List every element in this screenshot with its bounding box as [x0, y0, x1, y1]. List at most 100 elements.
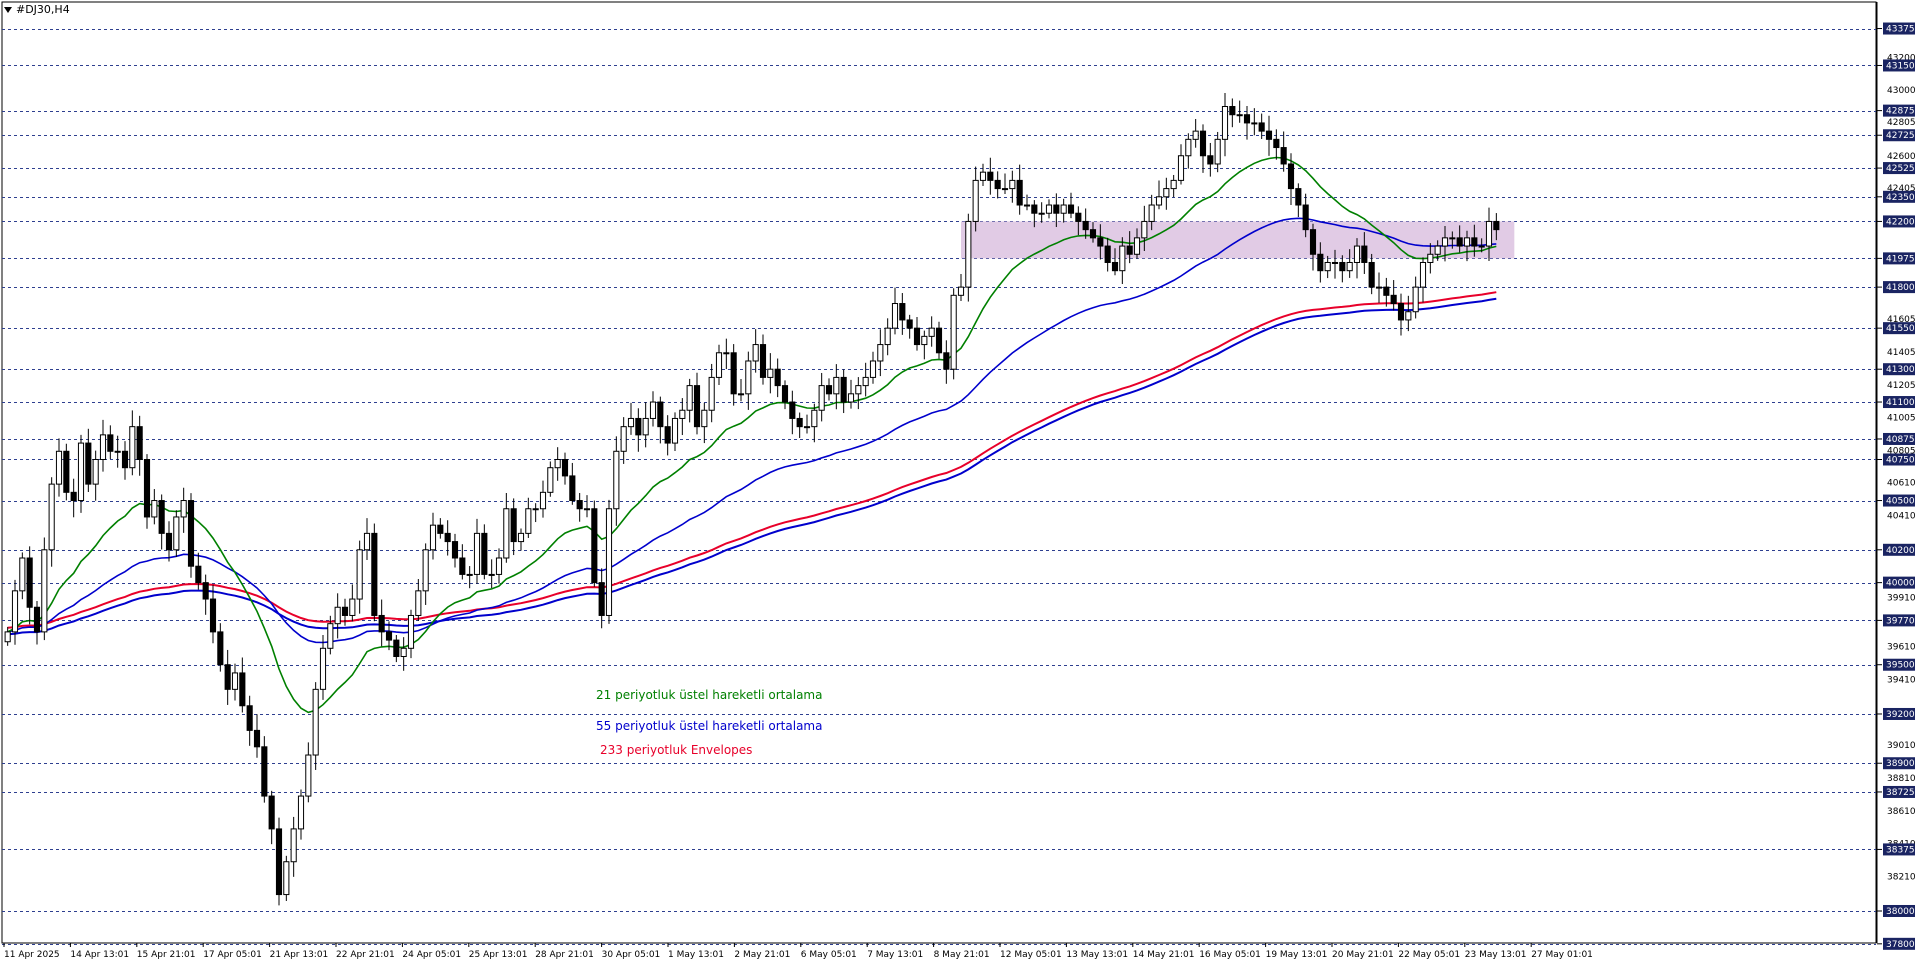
candle-body-up: [1346, 261, 1353, 272]
candle: [312, 682, 319, 770]
candle: [987, 157, 994, 195]
candle-body-up: [1177, 155, 1185, 181]
candle: [224, 649, 231, 705]
price-axis[interactable]: 4320043000428054260042405416054140541205…: [1877, 22, 1916, 950]
candle-body-down: [33, 606, 41, 633]
candle: [407, 609, 415, 659]
candle-body-down: [935, 327, 943, 354]
candle-body-down: [437, 524, 444, 534]
candle-body-down: [202, 582, 209, 600]
candle: [818, 372, 825, 422]
price-tick-label: 40410: [1887, 511, 1916, 521]
candle-body-down: [987, 171, 994, 181]
candle-body-down: [796, 417, 803, 428]
candle-body-up: [503, 508, 510, 559]
price-tick-label-highlighted: 37800: [1886, 940, 1915, 950]
candle-body-down: [576, 500, 583, 510]
candle: [63, 443, 70, 501]
candle-body-up: [1375, 286, 1383, 289]
candle: [664, 415, 671, 456]
candle: [1265, 115, 1273, 156]
candle-body-down: [165, 532, 173, 551]
candle-body-up: [517, 532, 525, 543]
candle: [1016, 164, 1023, 215]
candle-body-down: [1493, 220, 1500, 231]
legend-envelopes: 233 periyotluk Envelopes: [600, 743, 753, 757]
chart-title[interactable]: #DJ30,H4: [4, 3, 70, 16]
candle-body-down: [143, 458, 151, 518]
candle: [151, 489, 158, 525]
candle: [789, 390, 796, 435]
candle-body-up: [1163, 188, 1170, 198]
candle-body-down: [481, 532, 488, 575]
candle-body-down: [1295, 188, 1302, 206]
zone-rectangle: [961, 221, 1515, 259]
candle-body-up: [811, 409, 818, 428]
candle: [217, 623, 224, 672]
candle: [371, 523, 378, 622]
candle: [1060, 198, 1067, 223]
candle: [869, 351, 877, 384]
price-tick-label: 40610: [1887, 478, 1916, 488]
price-tick-label: 41005: [1887, 414, 1916, 424]
candle: [591, 500, 598, 587]
candle-body-up: [363, 532, 371, 551]
candle: [85, 428, 92, 493]
candle: [745, 351, 752, 410]
candle-body-up: [627, 417, 635, 428]
candle-body-down: [239, 672, 246, 707]
price-tick-label: 38610: [1887, 807, 1916, 817]
price-tick-label-highlighted: 40000: [1886, 579, 1915, 589]
candle: [1001, 173, 1009, 195]
candle: [605, 499, 613, 624]
time-axis[interactable]: 11 Apr 2025 14 Apr 13:01 15 Apr 21:01 17 Ap…: [3, 943, 1593, 960]
candle-body-down: [1273, 138, 1280, 149]
candle-body-up: [525, 508, 532, 534]
candle: [481, 524, 488, 580]
price-tick-label-highlighted: 38375: [1886, 845, 1915, 855]
candle-body-up: [679, 409, 686, 419]
candle: [598, 568, 605, 629]
time-tick-label: 6 May 05:01: [801, 950, 857, 960]
candle-body-down: [1471, 237, 1478, 247]
candle: [576, 492, 583, 522]
ema55-path: [7, 217, 1497, 644]
candle: [129, 410, 136, 476]
legend-ema55: 55 periyotluk üstel hareketli ortalama: [596, 719, 823, 733]
candle-body-up: [41, 549, 48, 633]
candle-body-up: [847, 393, 855, 403]
candle: [1214, 131, 1221, 173]
candle-body-up: [129, 426, 136, 469]
candle-body-up: [180, 500, 187, 518]
candle-body-up: [532, 508, 539, 511]
candle-body-down: [253, 729, 261, 748]
candle: [268, 790, 275, 845]
candle: [1295, 183, 1302, 218]
candle: [921, 330, 928, 360]
candle-body-up: [1331, 261, 1339, 264]
candle-body-down: [781, 385, 789, 403]
time-tick-label: 14 Apr 13:01: [70, 950, 129, 960]
price-tick-label-highlighted: 40750: [1886, 455, 1915, 465]
support-resistance-zone: [961, 221, 1515, 259]
candle-body-up: [4, 631, 11, 643]
candle-body-up: [686, 385, 693, 411]
candle-body-down: [107, 434, 114, 452]
candle: [679, 398, 686, 436]
candle: [671, 412, 679, 451]
candle: [972, 166, 979, 232]
candle-body-down: [209, 598, 217, 633]
triangle-down-icon[interactable]: [4, 6, 12, 13]
price-tick-label-highlighted: 42725: [1886, 131, 1915, 141]
price-tick-label: 38210: [1887, 873, 1916, 883]
price-tick-label-highlighted: 38725: [1886, 788, 1915, 798]
candle-body-up: [715, 352, 723, 378]
price-tick-label-highlighted: 41100: [1886, 398, 1915, 408]
candle-body-up: [701, 409, 708, 428]
candle: [994, 171, 1001, 199]
candle-body-down: [1383, 286, 1390, 296]
candle: [1221, 93, 1229, 157]
candle: [4, 626, 11, 646]
candle: [158, 494, 165, 550]
price-tick-label-highlighted: 41975: [1886, 254, 1915, 264]
